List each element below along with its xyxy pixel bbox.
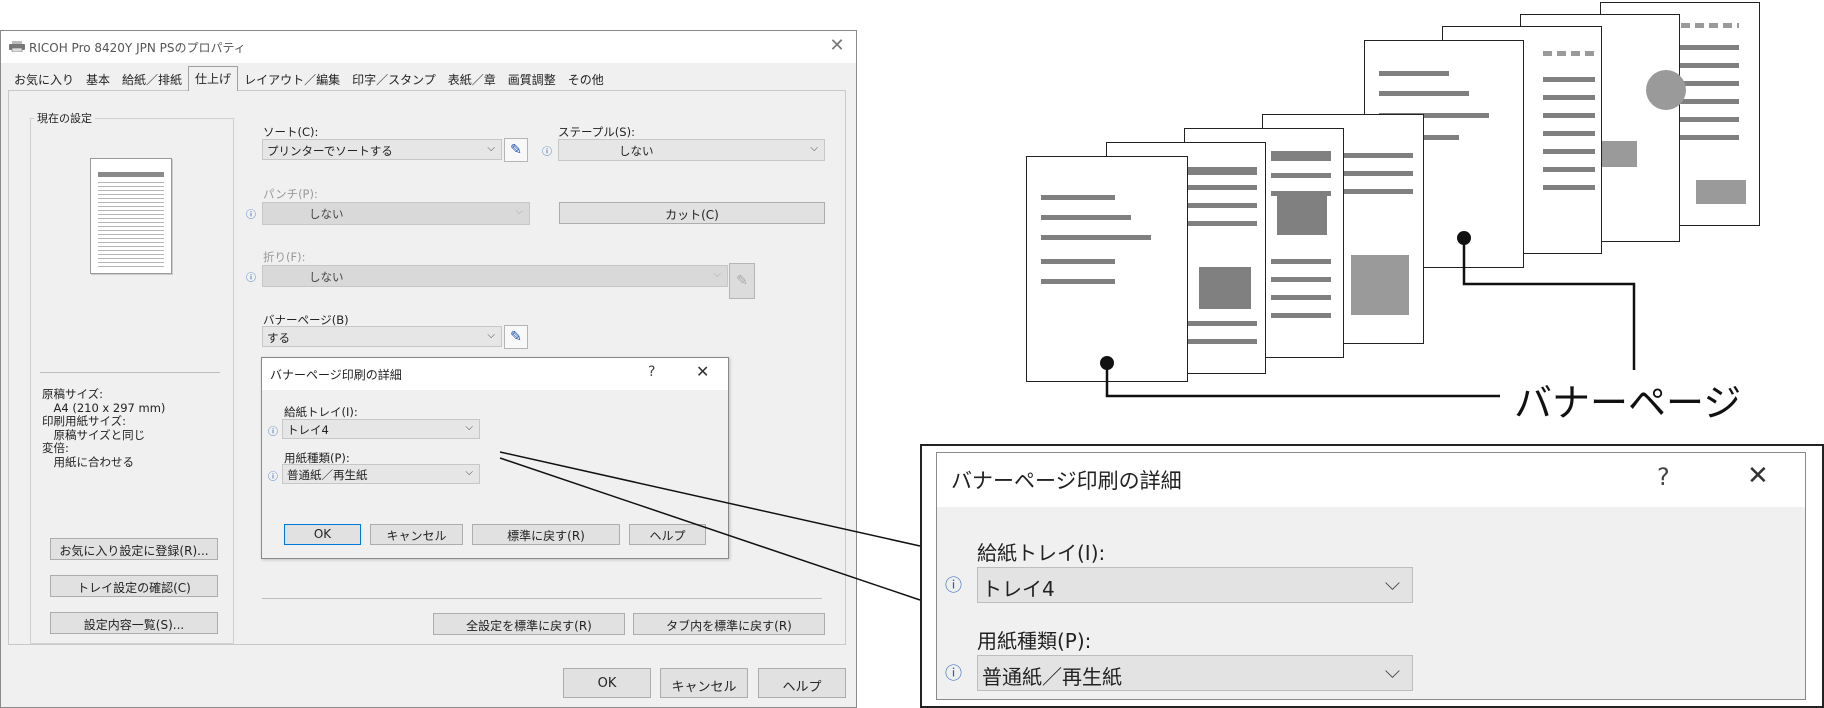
chevron-down-icon: ⌵ bbox=[1384, 571, 1400, 595]
info-icon: ⓘ bbox=[945, 664, 962, 684]
tab-finishing[interactable]: 仕上げ bbox=[188, 66, 239, 91]
close-icon[interactable]: ✕ bbox=[1747, 461, 1769, 491]
paper-type-select[interactable]: 普通紙／再生紙 ⌵ bbox=[977, 655, 1413, 691]
dialog-title: バナーページ印刷の詳細 bbox=[951, 469, 1182, 493]
chevron-down-icon: ⌵ bbox=[1384, 659, 1400, 683]
paper-type-value: 普通紙／再生紙 bbox=[982, 665, 1122, 689]
tray-value: トレイ4 bbox=[982, 577, 1055, 601]
info-icon: ⓘ bbox=[945, 576, 962, 596]
banner-page-callout-label: バナーページ bbox=[1514, 381, 1742, 425]
help-icon[interactable]: ? bbox=[1657, 463, 1670, 491]
tray-label: 給紙トレイ(I): bbox=[977, 541, 1106, 565]
tray-select[interactable]: トレイ4 ⌵ bbox=[977, 567, 1413, 603]
paper-type-label: 用紙種類(P): bbox=[977, 629, 1092, 653]
banner-dialog-enlarged: バナーページ印刷の詳細 ? ✕ 給紙トレイ(I): ⓘ トレイ4 ⌵ 用紙種類(… bbox=[936, 452, 1806, 700]
